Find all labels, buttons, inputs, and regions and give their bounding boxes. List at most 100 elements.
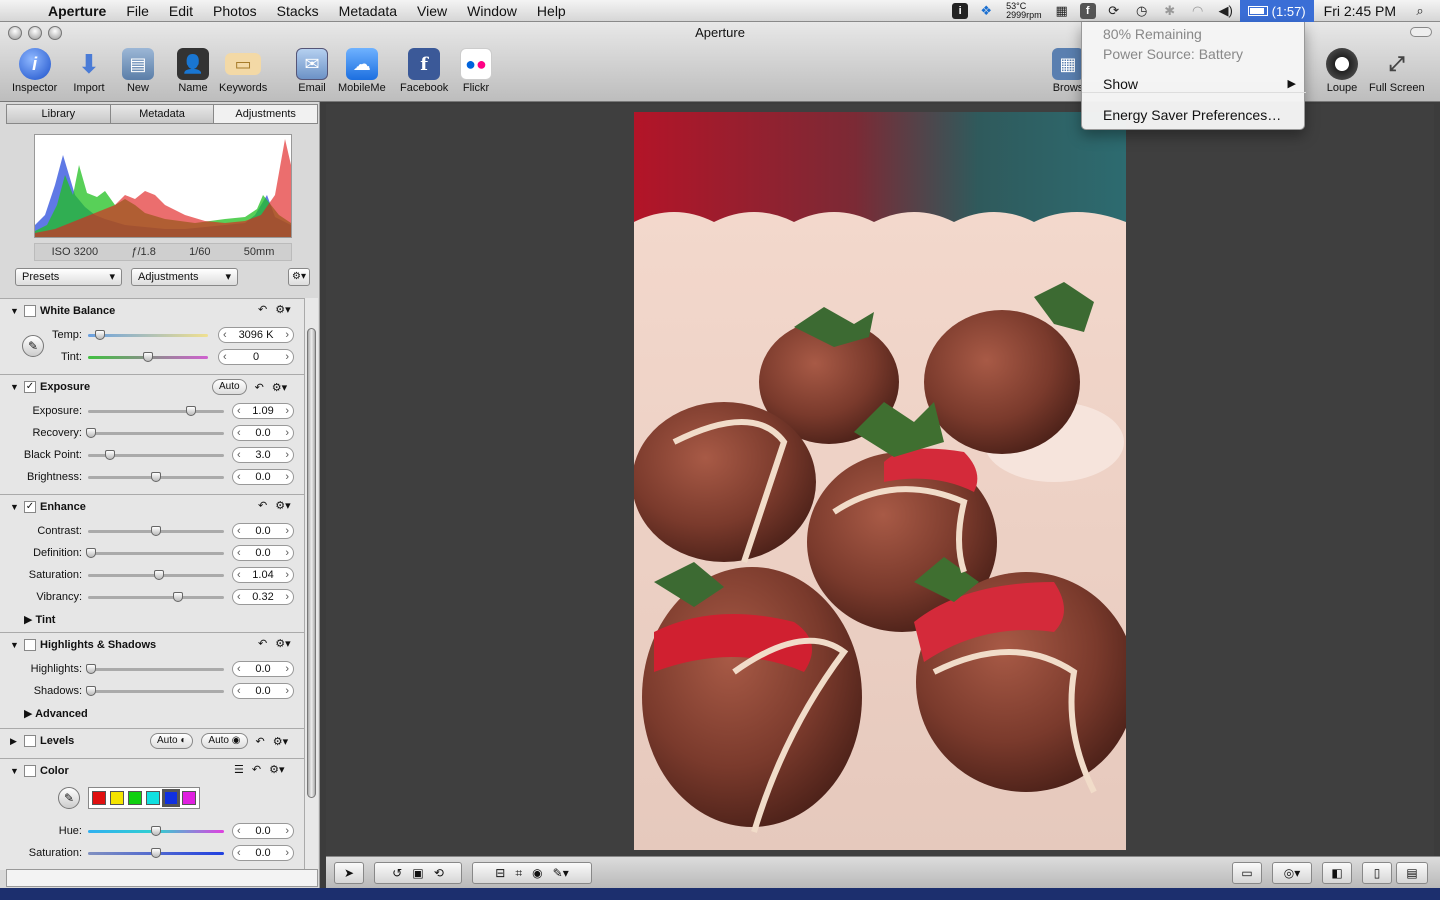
stamp-icon[interactable]: ▣ xyxy=(412,866,423,880)
inspector-button[interactable]: i Inspector xyxy=(12,48,57,94)
disclosure-triangle-icon[interactable]: ▼ xyxy=(10,766,20,776)
black-point-slider[interactable] xyxy=(88,450,224,460)
new-button[interactable]: ▤ New xyxy=(122,48,154,94)
reset-icon[interactable]: ↶ xyxy=(256,735,265,748)
exposure-slider[interactable] xyxy=(88,406,224,416)
color-saturation-value[interactable]: 0.0 xyxy=(232,845,294,861)
slider-thumb[interactable] xyxy=(95,330,105,340)
brush-icon[interactable]: ✎▾ xyxy=(553,866,569,880)
advanced-disclosure[interactable]: ▶ Advanced xyxy=(24,707,88,720)
time-machine-icon[interactable]: ◷ xyxy=(1132,0,1152,22)
secondary-viewer-button[interactable]: ◎▾ xyxy=(1272,862,1312,884)
tint-slider[interactable] xyxy=(88,352,208,362)
temp-value[interactable]: 3096 K xyxy=(218,327,294,343)
shadows-value[interactable]: 0.0 xyxy=(232,683,294,699)
reset-icon[interactable]: ↶ xyxy=(258,303,267,316)
recovery-value[interactable]: 0.0 xyxy=(232,425,294,441)
vibrancy-slider[interactable] xyxy=(88,592,224,602)
gear-icon[interactable]: ⚙▾ xyxy=(275,637,290,650)
disclosure-triangle-icon[interactable]: ▼ xyxy=(10,306,20,316)
exposure-checkbox[interactable]: ✓ xyxy=(24,381,36,393)
highlights-slider[interactable] xyxy=(85,664,224,674)
swatch-blue[interactable] xyxy=(162,789,180,807)
spotlight-icon[interactable]: ⌕ xyxy=(1410,0,1430,22)
slider-thumb[interactable] xyxy=(153,570,164,580)
istat-icon[interactable]: i xyxy=(952,3,969,19)
menu-stacks[interactable]: Stacks xyxy=(267,0,329,22)
tab-adjustments[interactable]: Adjustments xyxy=(214,105,318,123)
slider-thumb[interactable] xyxy=(151,472,161,482)
reset-icon[interactable]: ↶ xyxy=(252,763,261,776)
viewer-mode-button[interactable]: ▭ xyxy=(1232,862,1262,884)
volume-icon[interactable]: ◀︎) xyxy=(1216,0,1236,22)
gear-icon[interactable]: ⚙▾ xyxy=(269,763,284,776)
slider-thumb[interactable] xyxy=(143,352,153,362)
slider-thumb[interactable] xyxy=(151,526,161,536)
select-tool-button[interactable]: ➤ xyxy=(334,862,364,884)
dropbox-icon[interactable]: ❖ xyxy=(976,0,996,22)
slider-thumb[interactable] xyxy=(85,686,96,696)
reset-icon[interactable]: ↶ xyxy=(258,499,267,512)
disclosure-triangle-icon[interactable]: ▼ xyxy=(10,640,20,650)
one-up-button[interactable]: ▯ xyxy=(1362,862,1392,884)
photo-image[interactable] xyxy=(634,112,1126,850)
saturation-value[interactable]: 1.04 xyxy=(232,567,294,583)
inspector-scrollbar[interactable] xyxy=(304,298,318,870)
slider-thumb[interactable] xyxy=(85,548,96,558)
definition-slider[interactable] xyxy=(85,548,224,558)
highlights-value[interactable]: 0.0 xyxy=(232,661,294,677)
levels-auto-luminance-button[interactable]: Auto ◐ xyxy=(150,733,194,749)
loupe-button[interactable]: Loupe xyxy=(1326,48,1358,94)
hue-value[interactable]: 0.0 xyxy=(232,823,294,839)
wifi-icon[interactable]: ◠ xyxy=(1188,0,1208,22)
menu-view[interactable]: View xyxy=(407,0,457,22)
slider-thumb[interactable] xyxy=(85,428,96,438)
tint-disclosure[interactable]: ▶ Tint xyxy=(24,613,55,626)
energy-saver-preferences-item[interactable]: Energy Saver Preferences… xyxy=(1082,104,1306,126)
lift-icon[interactable]: ⟲ xyxy=(434,866,444,880)
tab-library[interactable]: Library xyxy=(7,105,111,123)
browser-button[interactable]: ▦ Brows xyxy=(1052,48,1084,94)
spaces-icon[interactable]: ▦ xyxy=(1052,0,1072,22)
swatch-green[interactable] xyxy=(128,791,142,805)
facebook-button[interactable]: f Facebook xyxy=(400,48,448,94)
scroll-thumb[interactable] xyxy=(307,328,316,798)
color-checkbox[interactable] xyxy=(24,765,36,777)
color-eyedropper-icon[interactable]: ✎ xyxy=(58,787,80,809)
menu-window[interactable]: Window xyxy=(457,0,527,22)
disclosure-triangle-icon[interactable]: ▼ xyxy=(10,382,20,392)
straighten-icon[interactable]: ⊟ xyxy=(495,866,505,880)
swatch-cyan[interactable] xyxy=(146,791,160,805)
levels-auto-rgb-button[interactable]: Auto ◉ xyxy=(201,733,248,749)
sync-icon[interactable]: ⟳ xyxy=(1104,0,1124,22)
gear-icon[interactable]: ⚙▾ xyxy=(275,499,290,512)
vibrancy-value[interactable]: 0.32 xyxy=(232,589,294,605)
menu-help[interactable]: Help xyxy=(527,0,576,22)
reset-icon[interactable]: ↶ xyxy=(258,637,267,650)
black-point-value[interactable]: 3.0 xyxy=(232,447,294,463)
mobileme-button[interactable]: ☁ MobileMe xyxy=(338,48,386,94)
enhance-checkbox[interactable]: ✓ xyxy=(24,501,36,513)
reset-icon[interactable]: ↶ xyxy=(255,381,264,394)
toolbar-toggle-button[interactable] xyxy=(1410,27,1432,37)
temp-slider[interactable] xyxy=(88,330,208,340)
full-screen-button[interactable]: ⤢ Full Screen xyxy=(1369,48,1425,95)
slider-thumb[interactable] xyxy=(186,406,197,416)
keywords-button[interactable]: ▭ Keywords xyxy=(219,48,267,94)
contrast-slider[interactable] xyxy=(88,526,224,536)
slider-thumb[interactable] xyxy=(151,826,161,836)
gear-icon[interactable]: ⚙▾ xyxy=(275,303,290,316)
presets-popup[interactable]: Presets xyxy=(15,268,122,286)
swatch-red[interactable] xyxy=(92,791,106,805)
disclosure-triangle-icon[interactable]: ▶ xyxy=(10,736,20,747)
definition-value[interactable]: 0.0 xyxy=(232,545,294,561)
rotate-left-icon[interactable]: ↺ xyxy=(392,866,402,880)
slider-thumb[interactable] xyxy=(85,664,96,674)
gear-icon[interactable]: ⚙▾ xyxy=(273,735,288,748)
adjustments-popup[interactable]: Adjustments xyxy=(131,268,238,286)
gear-icon[interactable]: ⚙▾ xyxy=(272,381,287,394)
exposure-value[interactable]: 1.09 xyxy=(232,403,294,419)
menu-photos[interactable]: Photos xyxy=(203,0,267,22)
email-button[interactable]: ✉ Email xyxy=(296,48,328,94)
menu-metadata[interactable]: Metadata xyxy=(329,0,407,22)
